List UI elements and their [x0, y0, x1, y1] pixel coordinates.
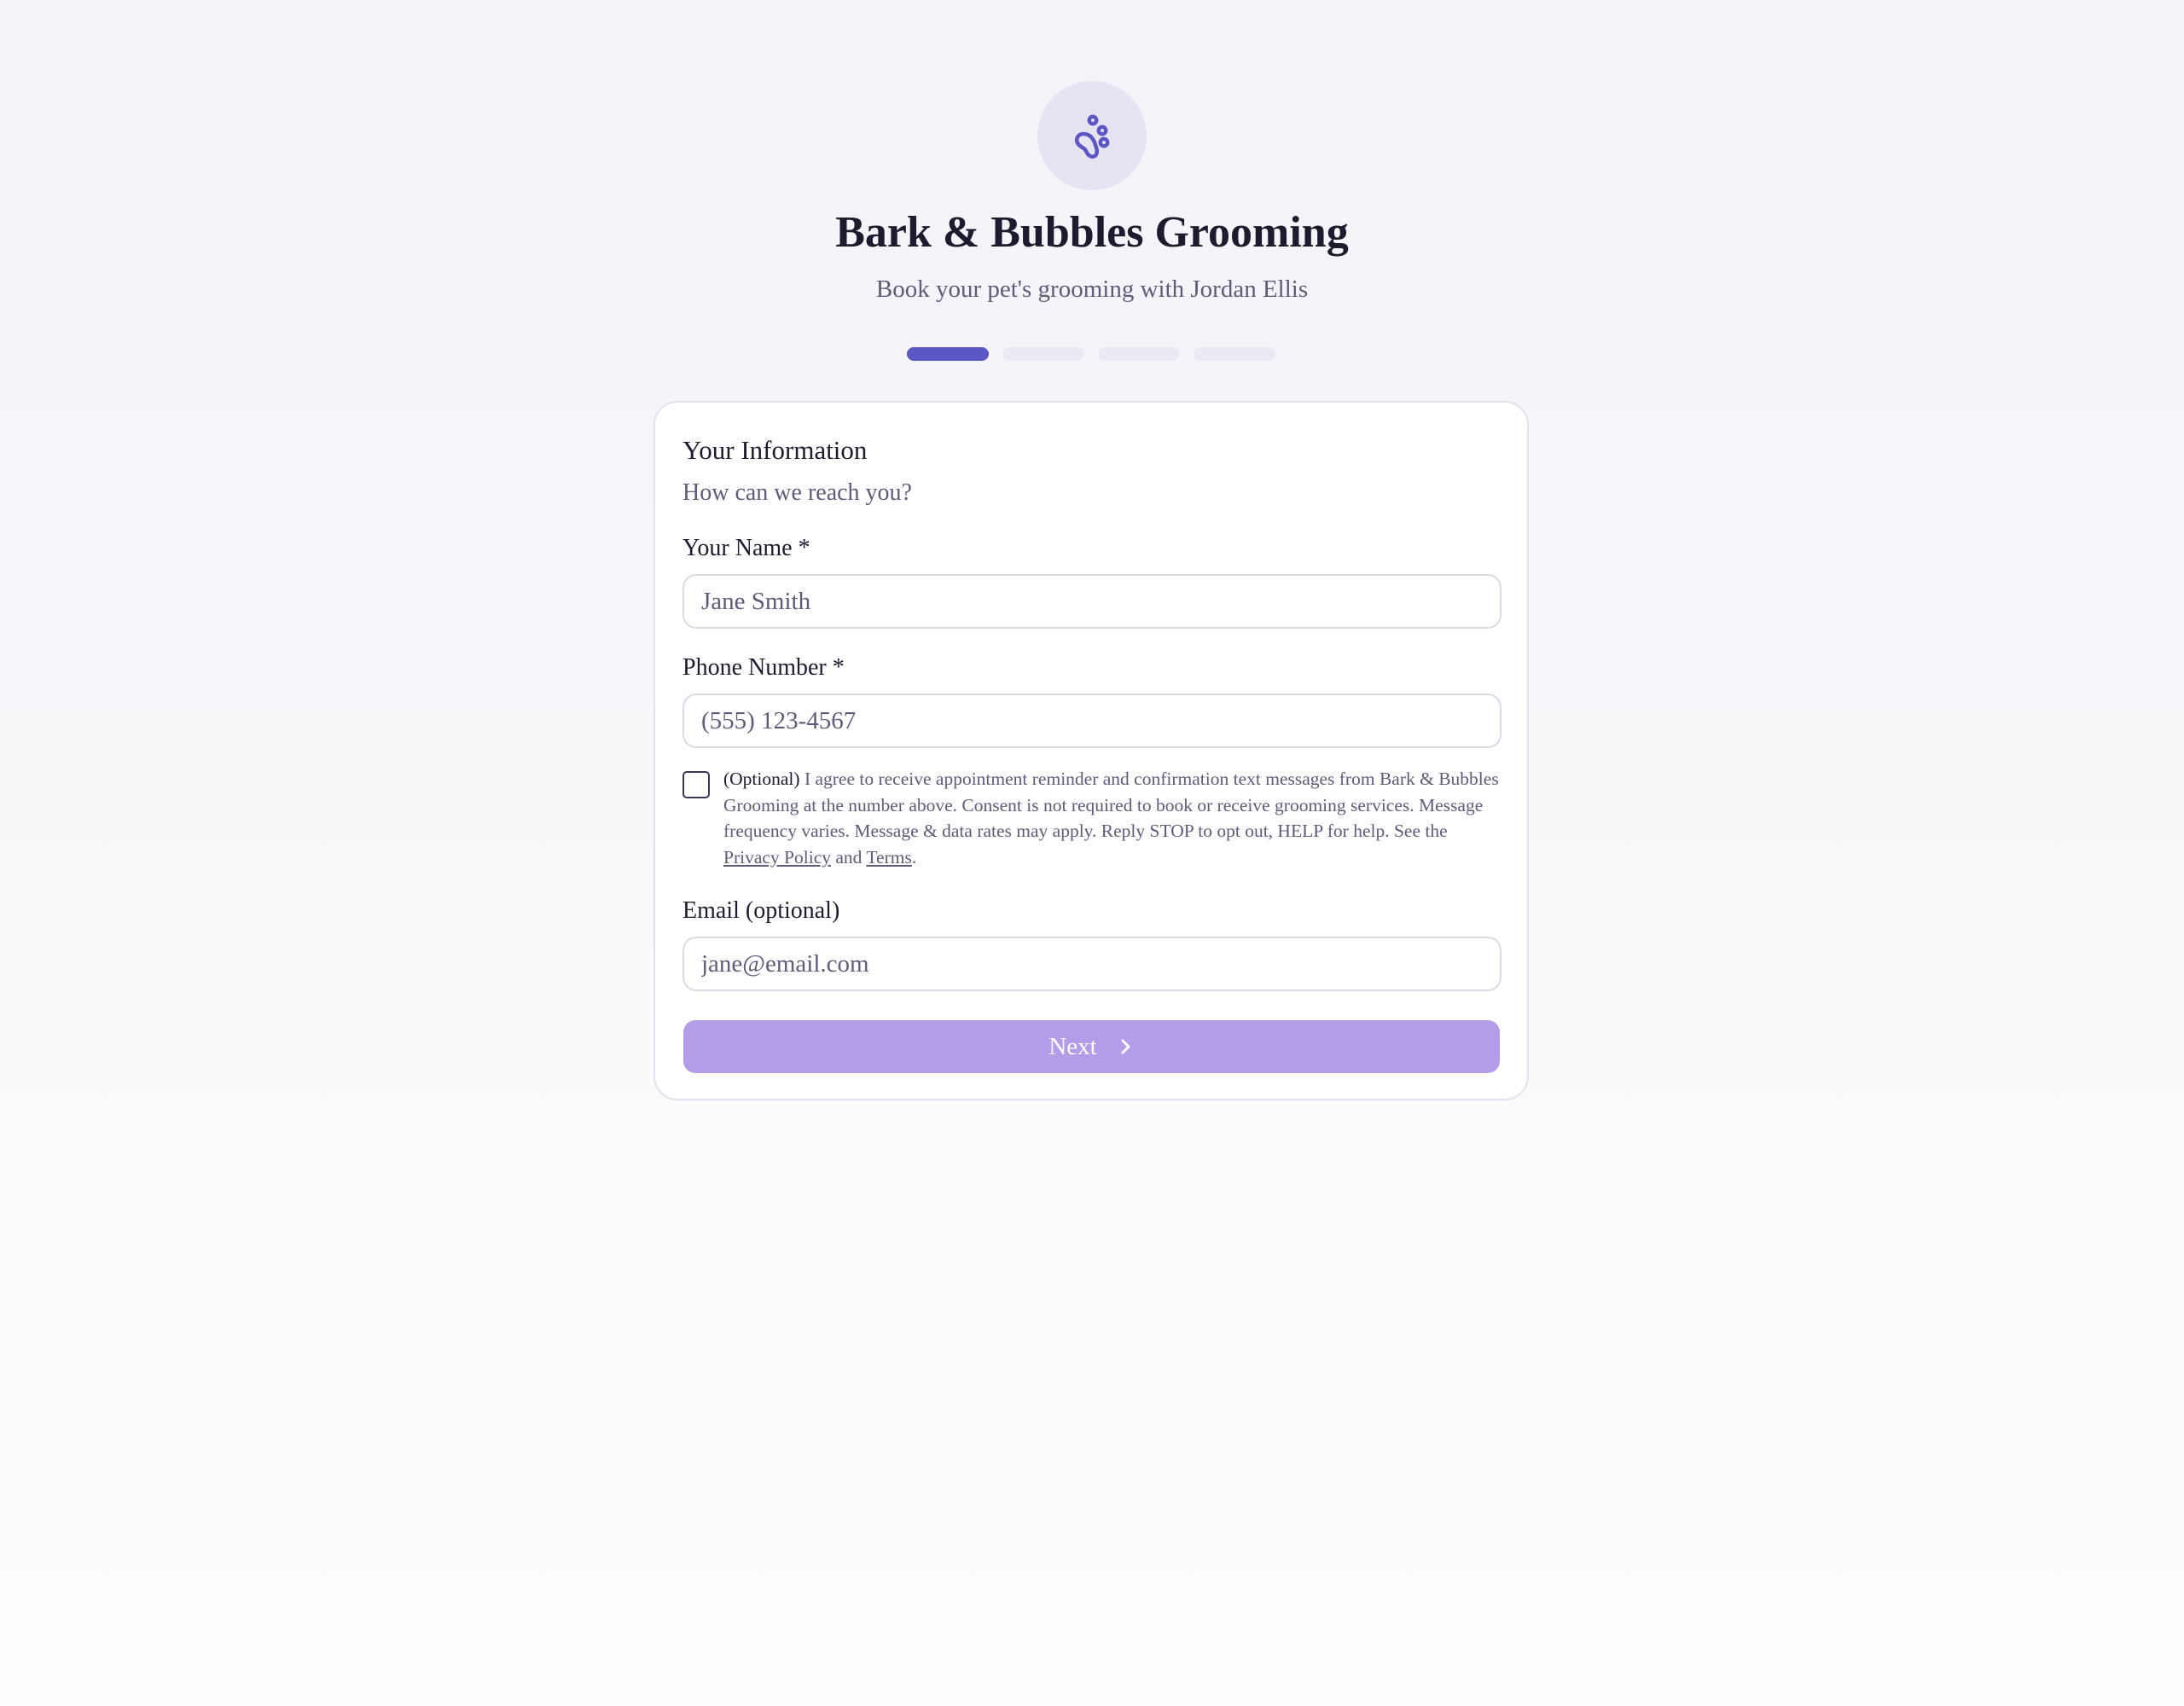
consent-body: I agree to receive appointment reminder … [723, 769, 1499, 841]
chevron-right-icon [1116, 1037, 1135, 1056]
booking-subtitle: Book your pet's grooming with Jordan Ell… [875, 276, 1309, 303]
name-label: Your Name * [682, 535, 810, 561]
consent-optional-label: (Optional) [723, 769, 800, 789]
booking-form-card: Your Information How can we reach you? Y… [653, 401, 1529, 1100]
phone-label: Phone Number * [682, 654, 845, 681]
email-input[interactable] [682, 937, 1502, 991]
terms-link[interactable]: Terms [866, 847, 911, 868]
form-subtitle: How can we reach you? [682, 479, 912, 506]
progress-step-3 [1098, 347, 1180, 361]
sms-consent-text: (Optional) I agree to receive appointmen… [723, 766, 1502, 870]
name-input[interactable] [682, 574, 1502, 629]
sms-consent: (Optional) I agree to receive appointmen… [682, 766, 1502, 870]
sms-consent-checkbox[interactable] [682, 771, 710, 798]
step-progress [907, 347, 1275, 361]
logo-badge [1037, 81, 1147, 190]
consent-end: . [911, 846, 917, 868]
consent-and: and [831, 846, 867, 868]
paw-icon [1075, 114, 1110, 159]
form-title: Your Information [682, 435, 868, 465]
business-name: Bark & Bubbles Grooming [835, 208, 1349, 257]
next-button-label: Next [1048, 1032, 1097, 1060]
progress-step-4 [1194, 347, 1275, 361]
progress-step-2 [1002, 347, 1084, 361]
email-label: Email (optional) [682, 897, 840, 924]
phone-input[interactable] [682, 693, 1502, 748]
progress-step-1 [907, 347, 989, 361]
next-button[interactable]: Next [683, 1020, 1500, 1073]
privacy-policy-link[interactable]: Privacy Policy [723, 847, 831, 868]
